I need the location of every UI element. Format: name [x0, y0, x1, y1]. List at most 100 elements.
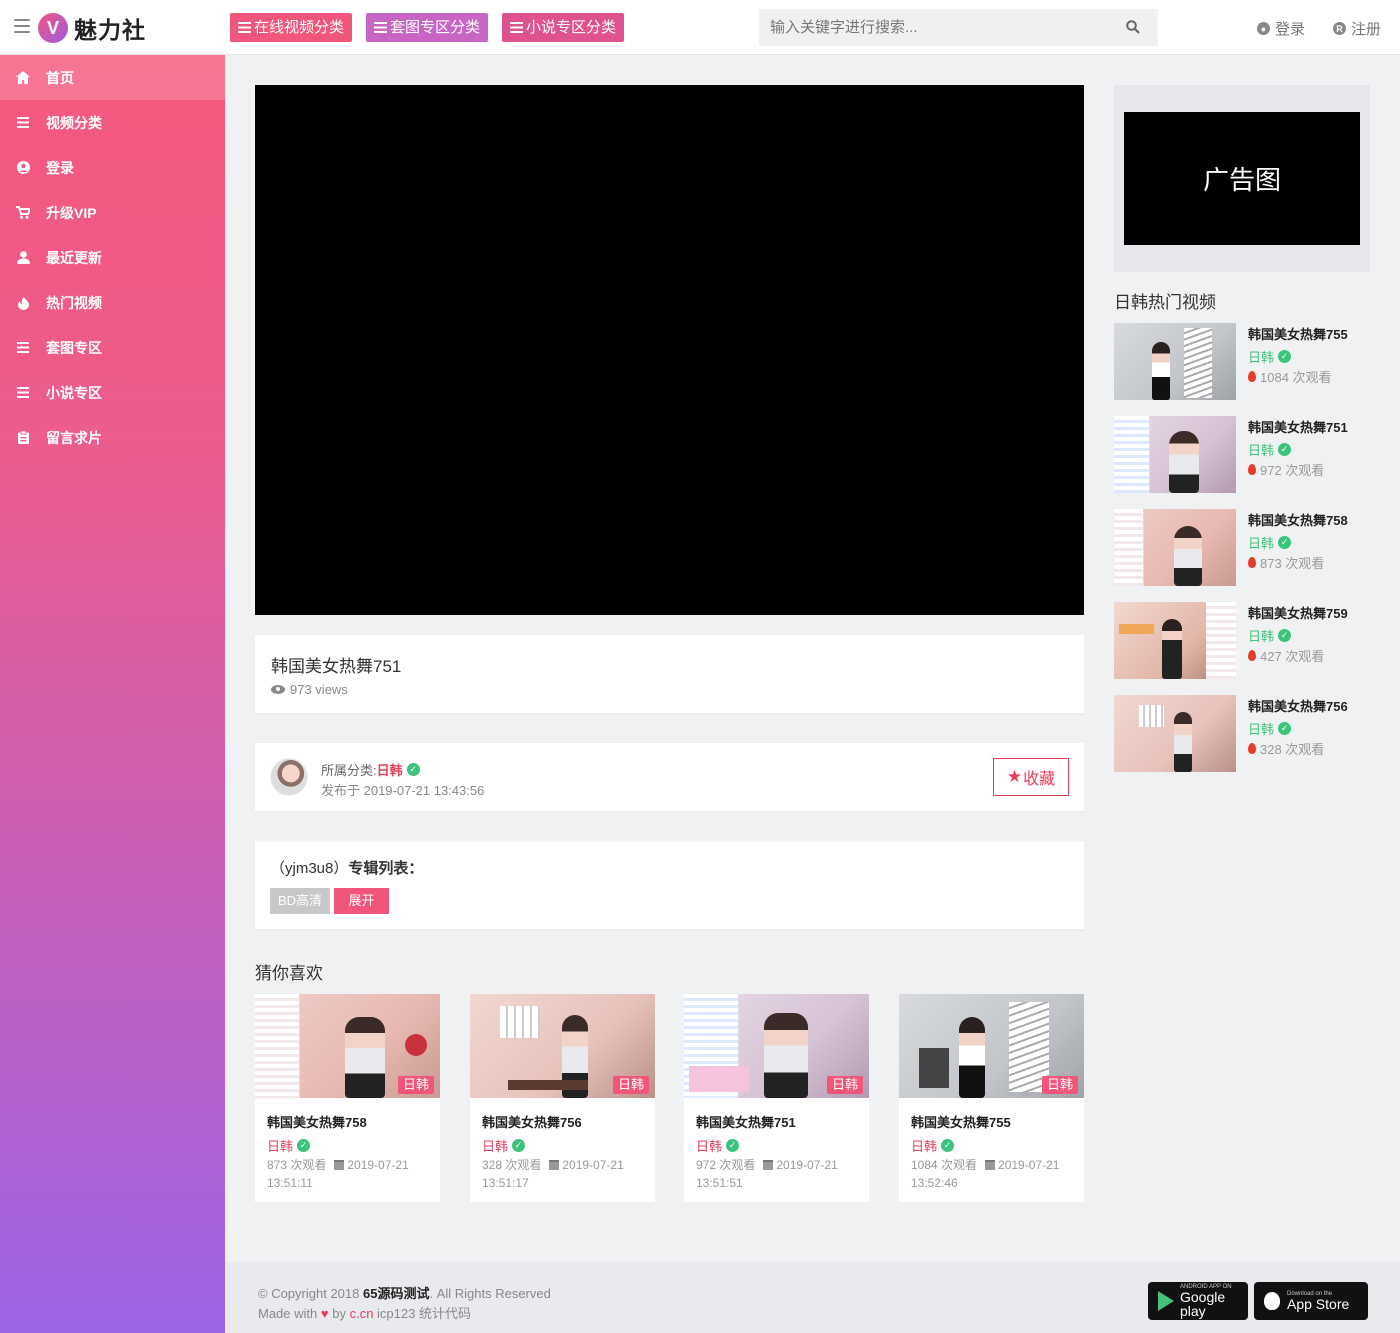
verified-check-icon: ✓	[1278, 536, 1292, 549]
hot-video-item[interactable]: 韩国美女热舞755 日韩 ✓ 1084 次观看	[1114, 323, 1370, 400]
logo-text: 魅力社	[74, 17, 146, 43]
hot-title[interactable]: 韩国美女热舞751	[1248, 417, 1348, 436]
sidebar-item-hot-videos[interactable]: 热门视频	[0, 280, 225, 325]
list-icon	[16, 386, 30, 400]
video-thumbnail[interactable]: 日韩	[899, 994, 1084, 1098]
sidebar-item-label: 最近更新	[46, 249, 102, 266]
video-thumbnail[interactable]: 日韩	[684, 994, 869, 1098]
video-thumbnail[interactable]	[1114, 695, 1236, 772]
source-tag-button[interactable]: BD高清	[270, 888, 330, 914]
hot-category-text[interactable]: 日韩	[1248, 440, 1274, 459]
hot-category-text[interactable]: 日韩	[1248, 719, 1274, 738]
fire-icon	[1248, 743, 1256, 754]
category-badge: 日韩	[826, 1076, 863, 1094]
card-title[interactable]: 韩国美女热舞755	[911, 1112, 1011, 1131]
sidebar-item-requests[interactable]: 留言求片	[0, 415, 225, 460]
menu-toggle-icon[interactable]	[14, 19, 30, 33]
sidebar-item-gallery[interactable]: 套图专区	[0, 325, 225, 370]
sidebar-item-label: 升级VIP	[46, 204, 97, 221]
list-icon	[16, 116, 30, 130]
calendar-icon	[334, 1160, 345, 1170]
app-store-button[interactable]: Download on the App Store	[1254, 1282, 1368, 1320]
card-date: 2019-07-21	[562, 1158, 624, 1172]
hot-category-text[interactable]: 日韩	[1248, 347, 1274, 366]
hot-category: 日韩 ✓	[1248, 719, 1292, 738]
hot-views: 1084 次观看	[1248, 367, 1332, 386]
video-thumbnail[interactable]	[1114, 602, 1236, 679]
card-time: 13:51:17	[482, 1176, 529, 1190]
category-link[interactable]: 日韩	[377, 760, 403, 779]
nav-button-label: 套图专区分类	[390, 19, 481, 36]
video-thumbnail[interactable]: 日韩	[255, 994, 440, 1098]
fire-icon	[1248, 371, 1256, 382]
card-title[interactable]: 韩国美女热舞758	[267, 1112, 367, 1131]
card-views: 972 次观看	[696, 1158, 756, 1172]
hot-category-text[interactable]: 日韩	[1248, 626, 1274, 645]
category-badge: 日韩	[612, 1076, 649, 1094]
ad-banner[interactable]: 广告图	[1124, 112, 1360, 245]
video-thumbnail[interactable]: 日韩	[470, 994, 655, 1098]
category-badge: 日韩	[1041, 1076, 1078, 1094]
video-info-card: 韩国美女热舞751 973 views	[255, 635, 1084, 713]
video-thumbnail[interactable]	[1114, 323, 1236, 400]
card-category-text[interactable]: 日韩	[482, 1136, 508, 1155]
register-link[interactable]: R 注册	[1333, 18, 1381, 39]
app-store-text: Download on the App Store	[1287, 1291, 1349, 1311]
copyright-prefix: © Copyright 2018	[258, 1286, 360, 1301]
google-play-icon	[1158, 1291, 1174, 1311]
sidebar-item-novels[interactable]: 小说专区	[0, 370, 225, 415]
sidebar-item-home[interactable]: 首页	[0, 55, 225, 100]
hot-title[interactable]: 韩国美女热舞759	[1248, 603, 1348, 622]
hot-title[interactable]: 韩国美女热舞756	[1248, 696, 1348, 715]
hot-views-text: 328 次观看	[1260, 742, 1325, 757]
sidebar-item-login[interactable]: 登录	[0, 145, 225, 190]
card-title[interactable]: 韩国美女热舞756	[482, 1112, 582, 1131]
card-meta: 873 次观看 2019-07-21 13:51:11	[267, 1156, 432, 1192]
login-link[interactable]: ● 登录	[1257, 18, 1305, 39]
nav-novel-categories-button[interactable]: 小说专区分类	[502, 13, 625, 42]
made-with-text: Made with	[258, 1306, 318, 1321]
video-thumbnail[interactable]	[1114, 509, 1236, 586]
hot-video-item[interactable]: 韩国美女热舞758 日韩 ✓ 873 次观看	[1114, 509, 1370, 586]
recommend-card[interactable]: 日韩 韩国美女热舞758 日韩 ✓ 873 次观看 2019-07-21 13:51:…	[255, 994, 440, 1202]
nav-video-categories-button[interactable]: 在线视频分类	[230, 13, 353, 42]
site-logo[interactable]: V 魅力社	[38, 11, 146, 45]
hot-category-text[interactable]: 日韩	[1248, 533, 1274, 552]
hot-views-text: 427 次观看	[1260, 649, 1325, 664]
favorite-button[interactable]: ★ 收藏	[993, 758, 1069, 796]
hot-video-item[interactable]: 韩国美女热舞756 日韩 ✓ 328 次观看	[1114, 695, 1370, 772]
card-title[interactable]: 韩国美女热舞751	[696, 1112, 796, 1131]
site-name-link[interactable]: 65源码测试	[363, 1286, 429, 1301]
sidebar-item-upgrade-vip[interactable]: 升级VIP	[0, 190, 225, 235]
sidebar-item-video-categories[interactable]: 视频分类	[0, 100, 225, 145]
cart-icon	[16, 206, 30, 220]
verified-check-icon: ✓	[1278, 350, 1292, 363]
video-player[interactable]	[255, 85, 1084, 615]
search-icon[interactable]	[1126, 20, 1140, 34]
avatar[interactable]	[270, 758, 308, 796]
card-views: 873 次观看	[267, 1158, 327, 1172]
video-thumbnail[interactable]	[1114, 416, 1236, 493]
card-date: 2019-07-21	[998, 1158, 1060, 1172]
search-input[interactable]	[759, 9, 1099, 46]
card-category-text[interactable]: 日韩	[696, 1136, 722, 1155]
hot-title[interactable]: 韩国美女热舞755	[1248, 324, 1348, 343]
recommend-card[interactable]: 日韩 韩国美女热舞751 日韩 ✓ 972 次观看 2019-07-21 13:51:…	[684, 994, 869, 1202]
favorite-label: 收藏	[1023, 771, 1056, 788]
user-circle-icon	[16, 161, 30, 175]
icp-text: icp123 统计代码	[377, 1306, 471, 1321]
card-category-text[interactable]: 日韩	[911, 1136, 937, 1155]
google-play-button[interactable]: ANDROID APP ON Google play	[1148, 1282, 1248, 1320]
hot-video-item[interactable]: 韩国美女热舞751 日韩 ✓ 972 次观看	[1114, 416, 1370, 493]
recommend-card[interactable]: 日韩 韩国美女热舞756 日韩 ✓ 328 次观看 2019-07-21 13:51:…	[470, 994, 655, 1202]
expand-button[interactable]: 展开	[334, 888, 389, 914]
hot-title[interactable]: 韩国美女热舞758	[1248, 510, 1348, 529]
recommend-card[interactable]: 日韩 韩国美女热舞755 日韩 ✓ 1084 次观看 2019-07-21 13:52…	[899, 994, 1084, 1202]
calendar-icon	[985, 1160, 996, 1170]
hot-video-item[interactable]: 韩国美女热舞759 日韩 ✓ 427 次观看	[1114, 602, 1370, 679]
author-link[interactable]: c.cn	[350, 1306, 374, 1321]
verified-check-icon: ✓	[1278, 443, 1292, 456]
sidebar-item-recent-updates[interactable]: 最近更新	[0, 235, 225, 280]
nav-gallery-categories-button[interactable]: 套图专区分类	[366, 13, 489, 42]
card-category-text[interactable]: 日韩	[267, 1136, 293, 1155]
